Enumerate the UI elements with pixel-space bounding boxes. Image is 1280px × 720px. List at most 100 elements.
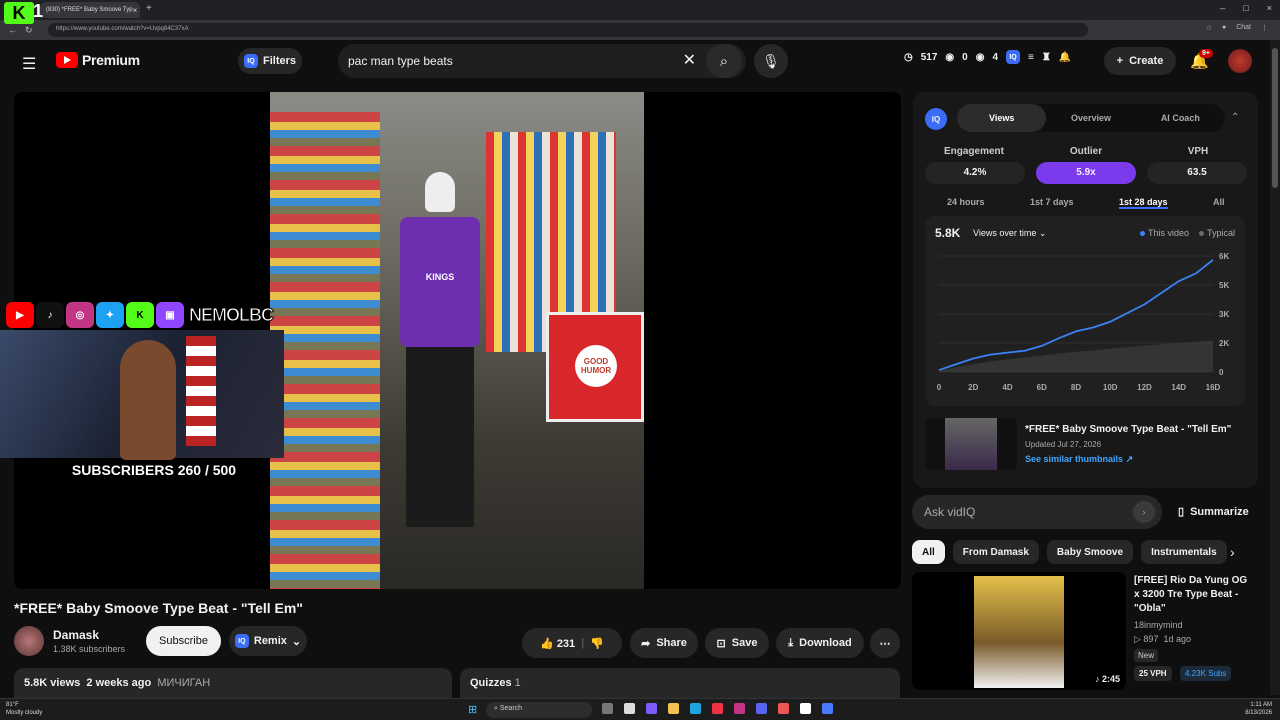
search-value: pac man type beats <box>348 54 453 68</box>
taskbar-apps <box>602 703 833 714</box>
recommended-thumbnail[interactable]: ♪ 2:45 <box>912 572 1126 690</box>
stat-c: 4 <box>992 51 999 63</box>
summarize-button[interactable]: ▯ Summarize <box>1178 505 1249 519</box>
star-icon[interactable]: ☆ <box>1206 24 1212 32</box>
youtube-logo[interactable]: Premium <box>56 52 140 68</box>
profile-icon[interactable]: ● <box>1222 24 1226 32</box>
recommended-title[interactable]: [FREE] Rio Da Yung OG x 3200 Tre Type Be… <box>1134 574 1252 616</box>
chrome-icon[interactable] <box>712 703 723 714</box>
chevron-right-icon[interactable]: › <box>1230 544 1235 560</box>
system-tray[interactable]: 1:11 AM 8/13/2026 <box>1245 701 1272 717</box>
ask-send-icon[interactable]: › <box>1133 501 1155 523</box>
page-scrollbar[interactable] <box>1270 40 1280 695</box>
browser-tab[interactable]: (830) *FREE* Baby Smoove Typ × <box>40 2 140 18</box>
list-icon[interactable]: ≡ <box>1028 52 1034 63</box>
weather-widget[interactable]: 81°F Mostly cloudy <box>6 701 42 717</box>
search-input[interactable]: pac man type beats ✕ <box>338 44 746 78</box>
kick-logo: K <box>4 2 34 24</box>
windows-taskbar: 81°F Mostly cloudy ⊞ ⌕ Search 1:11 AM 8/… <box>0 698 1280 720</box>
menu-dots-icon[interactable]: ⋮ <box>1261 24 1268 32</box>
chip-baby-smoove[interactable]: Baby Smoove <box>1046 540 1134 564</box>
create-label: Create <box>1129 55 1164 67</box>
metric-label-engagement: Engagement <box>943 146 1004 157</box>
vidiq-tabs: Views Overview AI Coach <box>957 104 1225 132</box>
download-button[interactable]: ⤓ Download <box>776 628 864 658</box>
address-bar[interactable]: https://www.youtube.com/watch?v=Uvpq84C3… <box>48 23 1088 37</box>
app-icon[interactable] <box>800 703 811 714</box>
edge-icon[interactable] <box>690 703 701 714</box>
eye-icon: ◉ <box>975 51 985 63</box>
y-tick-label: 5K <box>1219 281 1229 290</box>
task-view-icon[interactable] <box>602 703 613 714</box>
file-explorer-icon[interactable] <box>624 703 635 714</box>
quizzes-box[interactable]: Quizzes 1 <box>460 668 900 698</box>
windows-start-icon[interactable]: ⊞ <box>468 703 477 716</box>
like-button[interactable]: 👍 231 <box>540 637 575 650</box>
similar-thumbnails-link[interactable]: See similar thumbnails ↗ <box>1025 454 1133 465</box>
chat-label[interactable]: Chat <box>1236 24 1251 32</box>
x-tick-label: 12D <box>1137 383 1152 392</box>
chip-from-damask[interactable]: From Damask <box>952 540 1039 564</box>
vidiq-icon[interactable]: IQ <box>1006 50 1021 64</box>
trophy-icon[interactable]: ♜ <box>1042 52 1051 63</box>
range-24-hours[interactable]: 24 hours <box>947 197 985 207</box>
dislike-button[interactable]: 👎 <box>590 637 604 650</box>
streamer-handle: NEMOLBC <box>189 304 275 325</box>
range-28-days[interactable]: 1st 28 days <box>1119 197 1168 209</box>
copilot-icon[interactable] <box>646 703 657 714</box>
create-button[interactable]: + Create <box>1104 47 1176 75</box>
reload-icon[interactable]: ↻ <box>25 25 33 36</box>
back-icon[interactable]: ← <box>8 25 17 35</box>
remix-button[interactable]: IQ Remix ⌄ <box>229 626 307 656</box>
channel-name[interactable]: Damask <box>53 628 99 642</box>
folder-icon[interactable] <box>668 703 679 714</box>
video-title: *FREE* Baby Smoove Type Beat - "Tell Em" <box>14 600 303 616</box>
range-all[interactable]: All <box>1213 197 1225 207</box>
collapse-icon[interactable]: ⌃ <box>1231 112 1239 123</box>
recommended-video[interactable]: ♪ 2:45 [FREE] Rio Da Yung OG x 3200 Tre … <box>912 572 1257 692</box>
clock-time: 1:11 AM <box>1250 702 1272 708</box>
quizzes-label: Quizzes <box>470 677 512 689</box>
subscribe-button[interactable]: Subscribe <box>146 626 221 656</box>
minimize-icon[interactable]: – <box>1220 3 1225 13</box>
description-box[interactable]: 5.8K views 2 weeks ago МИЧИГАН <box>14 668 452 698</box>
thumbnail-image <box>945 418 997 470</box>
scrollbar-thumb[interactable] <box>1272 48 1278 188</box>
hamburger-menu-icon[interactable]: ☰ <box>22 54 36 74</box>
account-avatar[interactable] <box>1228 49 1252 73</box>
vidiq-video-row[interactable]: *FREE* Baby Smoove Type Beat - "Tell Em"… <box>925 418 1245 472</box>
share-label: Share <box>656 637 687 649</box>
ask-vidiq-input[interactable]: Ask vidIQ <box>912 495 1162 529</box>
active-app-icon[interactable] <box>822 703 833 714</box>
recommended-channel[interactable]: 18inmymind <box>1134 620 1183 630</box>
share-button[interactable]: ➦ Share <box>630 628 698 658</box>
vidiq-header-stats: ◷ 517 ◉ 0 ◉ 4 IQ ≡ ♜ 🔔 <box>904 50 1071 64</box>
discord-icon[interactable] <box>756 703 767 714</box>
tab-views[interactable]: Views <box>957 104 1047 132</box>
stat-b: 0 <box>962 51 968 63</box>
voice-search-button[interactable]: 🎙 <box>754 44 788 78</box>
close-window-icon[interactable]: × <box>1267 3 1272 13</box>
maximize-icon[interactable]: □ <box>1243 3 1248 13</box>
new-tab-icon[interactable]: + <box>146 3 152 14</box>
channel-avatar[interactable] <box>14 626 44 656</box>
chip-instrumentals[interactable]: Instrumentals <box>1141 540 1227 564</box>
more-actions-button[interactable]: ⋯ <box>870 628 900 658</box>
save-button[interactable]: ⊡ Save <box>705 628 769 658</box>
obs-icon[interactable] <box>778 703 789 714</box>
notification-badge: 9+ <box>1199 49 1213 58</box>
clear-search-icon[interactable]: ✕ <box>683 50 696 70</box>
more-dots-icon: ⋯ <box>879 637 891 650</box>
close-tab-icon[interactable]: × <box>133 6 138 15</box>
tab-ai-coach[interactable]: AI Coach <box>1136 104 1225 132</box>
search-button[interactable]: ⌕ <box>706 44 742 78</box>
range-7-days[interactable]: 1st 7 days <box>1030 197 1074 207</box>
taskbar-search[interactable]: ⌕ Search <box>486 702 592 718</box>
instagram-app-icon[interactable] <box>734 703 745 714</box>
jersey-text: KINGS <box>425 272 455 282</box>
chip-all[interactable]: All <box>912 540 945 564</box>
bell-small-icon[interactable]: 🔔 <box>1059 52 1071 63</box>
tab-overview[interactable]: Overview <box>1046 104 1135 132</box>
upload-age: 2 weeks ago <box>86 677 152 689</box>
filters-button[interactable]: IQ Filters <box>238 48 302 74</box>
